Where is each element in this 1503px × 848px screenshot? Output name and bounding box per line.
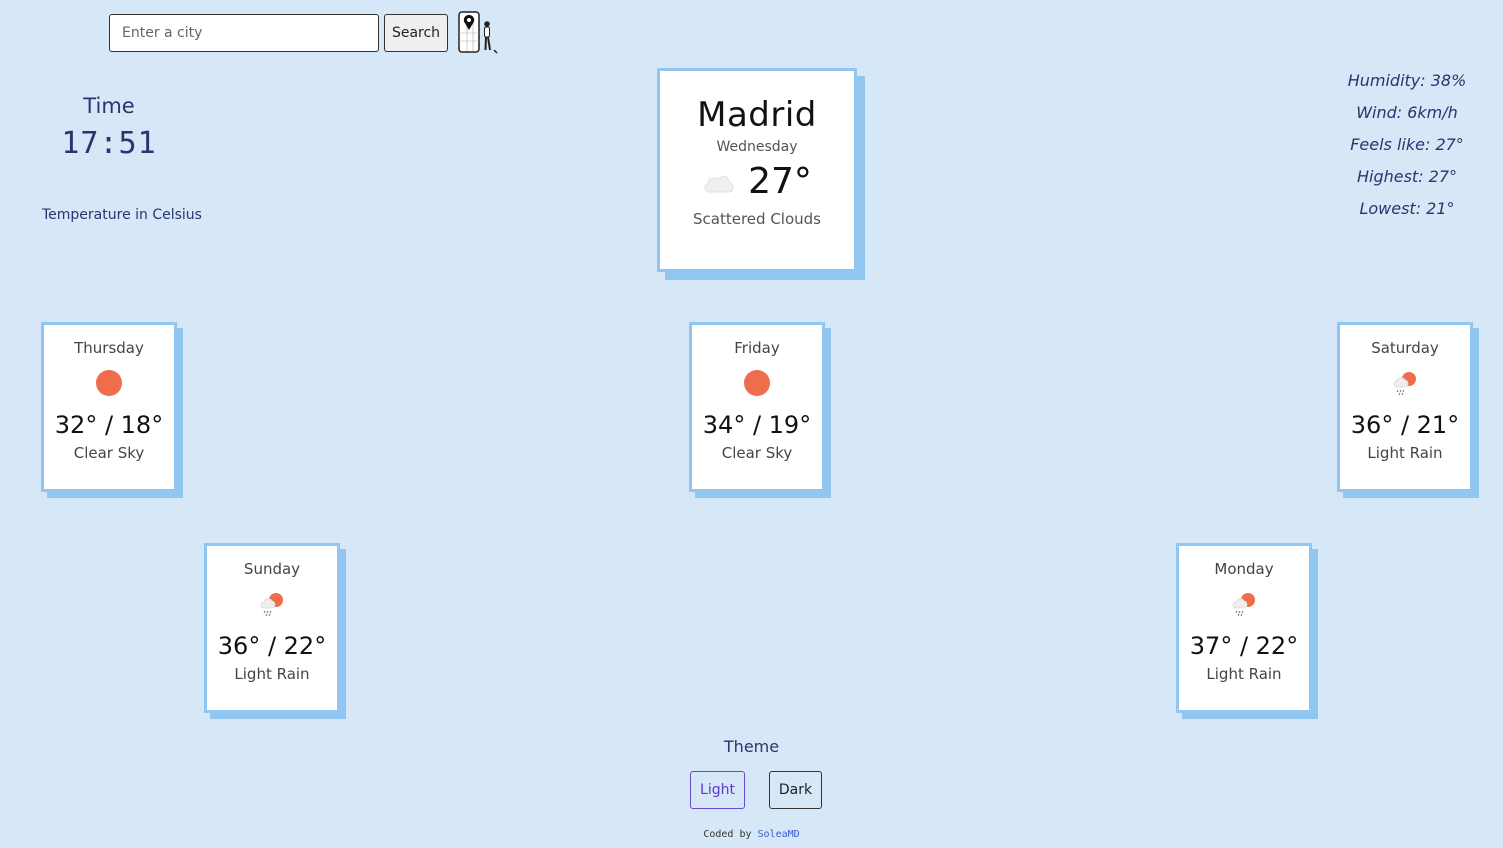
light-theme-button[interactable]: Light xyxy=(690,771,745,809)
forecast-temperatures: 37° / 22° xyxy=(1189,632,1299,660)
humidity-text: Humidity: 38% xyxy=(1347,71,1467,90)
city-search-input[interactable] xyxy=(109,14,379,52)
highest-text: Highest: 27° xyxy=(1356,167,1458,186)
forecast-day: Thursday xyxy=(74,339,144,357)
author-link[interactable]: SoleaMD xyxy=(758,829,800,840)
forecast-card: Thursday 32° / 18° Clear Sky xyxy=(41,322,177,492)
time-title: Time xyxy=(83,94,135,118)
location-person-icon[interactable] xyxy=(457,11,503,55)
current-day: Wednesday xyxy=(716,139,798,155)
forecast-day: Monday xyxy=(1214,560,1274,578)
footer-prefix: Coded by xyxy=(703,829,758,840)
forecast-temperatures: 36° / 22° xyxy=(217,632,327,660)
forecast-temperatures: 36° / 21° xyxy=(1350,411,1460,439)
forecast-description: Light Rain xyxy=(1367,444,1443,462)
forecast-card: Monday 37° / 22° Light Rain xyxy=(1176,543,1312,713)
forecast-description: Light Rain xyxy=(234,665,310,683)
sun-icon xyxy=(96,370,122,396)
dark-theme-button[interactable]: Dark xyxy=(769,771,822,809)
city-name: Madrid xyxy=(697,95,817,135)
wind-text: Wind: 6km/h xyxy=(1356,103,1458,122)
rain-sun-icon xyxy=(260,593,283,617)
forecast-temperatures: 34° / 19° xyxy=(702,411,812,439)
weather-details: Humidity: 38% Wind: 6km/h Feels like: 27… xyxy=(1330,68,1484,228)
forecast-card: Saturday 36° / 21° Light Rain xyxy=(1337,322,1473,492)
forecast-temperatures: 32° / 18° xyxy=(54,411,164,439)
time-value: 17:51 xyxy=(61,126,157,161)
lowest-text: Lowest: 21° xyxy=(1359,199,1455,218)
current-temperature: 27° xyxy=(748,161,812,202)
cloud-icon xyxy=(704,175,734,192)
footer: Coded by SoleaMD xyxy=(0,829,1503,840)
rain-sun-icon xyxy=(1232,593,1255,617)
forecast-day: Saturday xyxy=(1371,339,1439,357)
sun-icon xyxy=(744,370,770,396)
time-panel: Time 17:51 xyxy=(30,94,188,161)
forecast-description: Clear Sky xyxy=(73,444,145,462)
units-note: Temperature in Celsius xyxy=(42,207,202,223)
feels-like-text: Feels like: 27° xyxy=(1350,135,1464,154)
search-button[interactable]: Search xyxy=(384,14,448,52)
theme-label: Theme xyxy=(723,737,780,756)
forecast-day: Friday xyxy=(734,339,780,357)
forecast-description: Clear Sky xyxy=(721,444,793,462)
current-weather-card: Madrid Wednesday 27° Scattered Clouds xyxy=(657,68,857,272)
forecast-description: Light Rain xyxy=(1206,665,1282,683)
current-description: Scattered Clouds xyxy=(693,210,821,228)
rain-sun-icon xyxy=(1393,372,1416,396)
forecast-card: Friday 34° / 19° Clear Sky xyxy=(689,322,825,492)
forecast-day: Sunday xyxy=(243,560,301,578)
forecast-card: Sunday 36° / 22° Light Rain xyxy=(204,543,340,713)
search-bar: Search xyxy=(109,11,503,55)
